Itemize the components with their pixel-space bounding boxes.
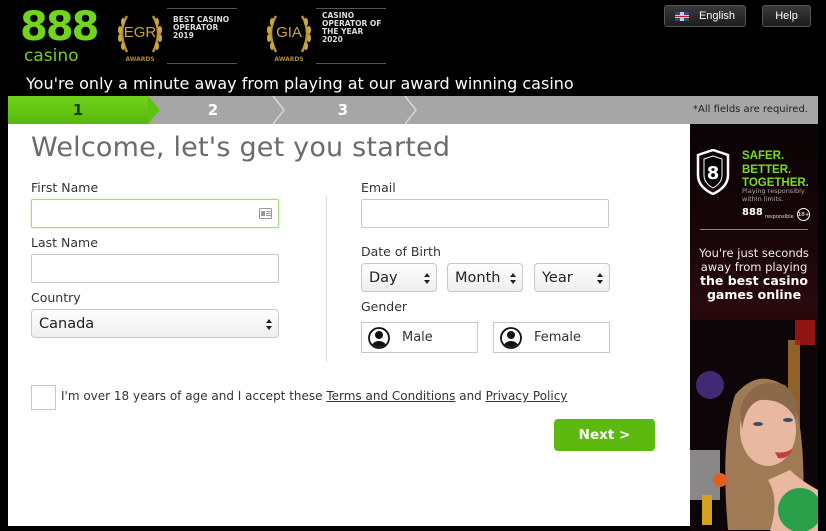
contact-card-icon[interactable] (259, 208, 272, 219)
language-label: English (698, 10, 736, 22)
email-input[interactable] (361, 199, 609, 228)
user-avatar-icon (368, 326, 390, 349)
promo-line-1: You're just seconds away from playing (699, 246, 809, 274)
select-arrows-icon (424, 273, 431, 284)
privacy-policy-link[interactable]: Privacy Policy (486, 389, 568, 403)
egr-award-badge: EGR AWARDS BEST CASINO OPERATOR 2019 (115, 8, 237, 64)
slogan-subtext: Playing responsibly within limits. (742, 187, 805, 203)
terms-middle: and (455, 389, 486, 403)
terms-and-conditions-link[interactable]: Terms and Conditions (326, 389, 455, 403)
shield-8-icon: 8 (696, 149, 730, 195)
select-arrows-icon (597, 273, 604, 284)
first-name-label: First Name (31, 180, 99, 195)
gia-award-badge: GIA AWARDS CASINO OPERATOR OF THE YEAR 2… (264, 8, 386, 64)
award-badge-sub: AWARDS (125, 56, 155, 63)
terms-text: I'm over 18 years of age and I accept th… (61, 389, 567, 403)
dob-month-select[interactable]: Month (447, 263, 523, 292)
country-value: Canada (39, 315, 95, 332)
registration-steps: 1 2 3 *All fields are required. (8, 96, 818, 124)
gender-male-button[interactable]: Male (361, 322, 478, 353)
country-label: Country (31, 290, 81, 305)
uk-flag-icon (674, 11, 689, 21)
dob-day-select[interactable]: Day (361, 263, 437, 292)
language-button[interactable]: English (664, 5, 746, 27)
registration-form: Welcome, let's get you started First Nam… (8, 124, 690, 526)
safer-slogan: SAFER. BETTER. TOGETHER. (742, 150, 809, 191)
select-arrows-icon (266, 319, 273, 330)
user-avatar-icon (500, 326, 522, 349)
select-arrows-icon (510, 273, 517, 284)
gender-male-label: Male (402, 330, 433, 345)
promo-line-2: the best casino games online (700, 273, 808, 302)
terms-checkbox[interactable] (31, 385, 56, 410)
banner-promo-text: You're just seconds away from playing th… (690, 246, 818, 302)
award-caption: CASINO OPERATOR OF THE YEAR 2020 (322, 11, 382, 44)
dob-label: Date of Birth (361, 244, 441, 259)
slogan-line: BETTER. (742, 163, 792, 176)
responsible-suffix: responsible (765, 214, 794, 220)
column-divider (326, 196, 327, 362)
gender-female-label: Female (534, 330, 582, 345)
svg-text:8: 8 (707, 163, 720, 184)
promo-banner[interactable]: 8 SAFER. BETTER. TOGETHER. Playing respo… (690, 124, 818, 531)
email-label: Email (361, 180, 396, 195)
page-title: Welcome, let's get you started (31, 132, 451, 163)
terms-prefix: I'm over 18 years of age and I accept th… (61, 389, 327, 403)
gender-female-button[interactable]: Female (493, 322, 610, 353)
dob-day-value: Day (369, 269, 398, 286)
dob-year-select[interactable]: Year (534, 263, 610, 292)
responsible-brand: 888 (742, 207, 763, 218)
award-badge-sub: AWARDS (274, 56, 304, 63)
last-name-input[interactable] (31, 254, 279, 283)
tagline: You're only a minute away from playing a… (26, 74, 574, 93)
dob-month-value: Month (455, 269, 501, 286)
banner-divider (700, 229, 808, 230)
step-2: 2 (207, 101, 219, 119)
last-name-label: Last Name (31, 235, 98, 250)
required-fields-note: *All fields are required. (693, 104, 808, 115)
dob-year-value: Year (542, 269, 573, 286)
step-1-active: 1 (8, 96, 160, 124)
dealer-photo (690, 320, 818, 531)
first-name-input[interactable] (31, 199, 279, 228)
step-chevron-icon (404, 96, 417, 124)
award-badge-text: EGR (123, 24, 157, 41)
888-casino-logo[interactable]: 888 casino (20, 7, 99, 66)
slogan-line: SAFER. (742, 150, 785, 162)
logo-number: 888 (20, 4, 99, 50)
country-select[interactable]: Canada (31, 309, 279, 338)
age-18-badge: 18+ (797, 208, 810, 221)
next-button[interactable]: Next > (554, 419, 655, 451)
award-caption: BEST CASINO OPERATOR 2019 (173, 15, 230, 40)
logo-word: casino (24, 46, 79, 66)
gender-label: Gender (361, 299, 408, 314)
page: 888 casino EGR AWARDS BEST CASINO OPERAT… (0, 0, 826, 531)
award-badge-text: GIA (276, 24, 302, 41)
step-3: 3 (337, 101, 349, 119)
help-button[interactable]: Help (762, 5, 811, 27)
